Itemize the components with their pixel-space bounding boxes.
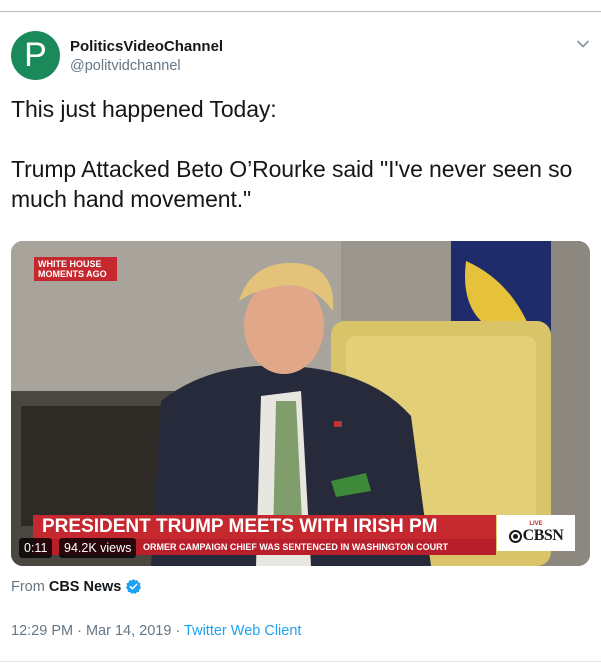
tweet-text-line: much hand movement."	[11, 186, 252, 212]
source-prefix: From	[11, 578, 45, 595]
video-view-count: 94.2K views	[59, 538, 137, 558]
tweet-metadata: 12:29 PM · Mar 14, 2019 · Twitter Web Cl…	[11, 623, 301, 639]
source-attribution: From CBS News	[11, 578, 142, 595]
bottom-divider	[0, 661, 601, 662]
tweet-date[interactable]: Mar 14, 2019	[86, 623, 171, 639]
display-name[interactable]: PoliticsVideoChannel	[70, 38, 223, 55]
video-duration: 0:11	[19, 538, 53, 558]
meta-separator: ·	[171, 623, 185, 639]
verified-badge-icon	[126, 579, 142, 595]
chevron-down-icon[interactable]	[575, 36, 591, 52]
network-logo: LIVE CBSN	[497, 515, 575, 551]
cbs-eye-icon	[508, 529, 522, 543]
tweet-text-line: Trump Attacked Beto O’Rourke said "I've …	[11, 156, 573, 182]
avatar-letter: P	[24, 36, 47, 74]
cbsn-logo-text: CBSN	[522, 527, 564, 544]
source-link[interactable]: CBS News	[49, 579, 122, 595]
tweet-time[interactable]: 12:29 PM	[11, 623, 73, 639]
video-player[interactable]: WHITE HOUSE MOMENTS AGO PRESIDENT TRUMP …	[11, 241, 590, 566]
white-house-badge: WHITE HOUSE MOMENTS AGO	[34, 257, 117, 281]
user-handle[interactable]: @politvidchannel	[70, 58, 181, 74]
news-headline: PRESIDENT TRUMP MEETS WITH IRISH PM	[33, 515, 496, 539]
tweet-client-link[interactable]: Twitter Web Client	[184, 623, 301, 639]
top-divider	[0, 11, 601, 12]
avatar[interactable]: P	[11, 31, 60, 80]
cbsn-logo: CBSN	[508, 527, 564, 545]
tweet-text-line: This just happened Today:	[11, 96, 277, 122]
meta-separator: ·	[73, 623, 86, 639]
